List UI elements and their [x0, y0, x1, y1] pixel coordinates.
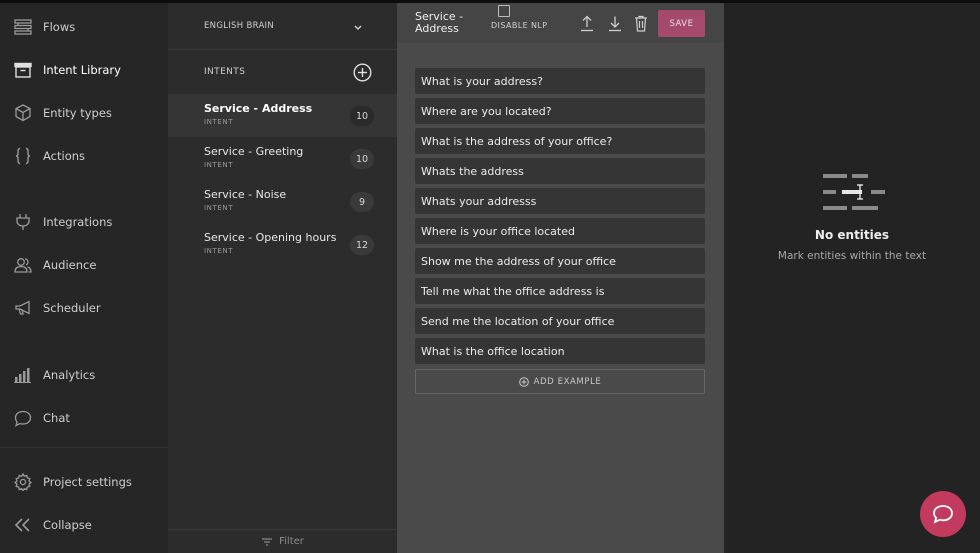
nav-item-intent-library[interactable]: Intent Library	[0, 53, 168, 87]
intent-name: Service - Address	[204, 102, 313, 115]
gear-icon	[13, 472, 33, 492]
entities-panel: No entities Mark entities within the tex…	[724, 3, 980, 553]
audience-icon	[13, 255, 33, 275]
text-selection-icon	[822, 171, 886, 215]
brain-name: ENGLISH BRAIN	[204, 21, 275, 31]
intent-type: INTENT	[204, 161, 234, 169]
intent-item-service-opening-hours[interactable]: Service - Opening hours INTENT 12	[168, 223, 397, 266]
example-item[interactable]: Where is your office located	[415, 218, 705, 244]
nav-label: Audience	[43, 258, 97, 272]
entity-types-icon	[13, 103, 33, 123]
example-item[interactable]: Tell me what the office address is	[415, 278, 705, 304]
nav-label: Scheduler	[43, 301, 101, 315]
intent-item-service-noise[interactable]: Service - Noise INTENT 9	[168, 180, 397, 223]
example-item[interactable]: What is your address?	[415, 68, 705, 94]
plus-circle-icon	[518, 376, 529, 387]
upload-button[interactable]	[579, 15, 595, 32]
download-button[interactable]	[607, 15, 623, 32]
intents-heading: INTENTS	[204, 67, 246, 77]
nav-item-integrations[interactable]: Integrations	[0, 205, 168, 239]
trash-icon	[635, 15, 647, 32]
intent-item-service-address[interactable]: Service - Address INTENT 10	[168, 94, 397, 137]
nav-item-chat[interactable]: Chat	[0, 401, 168, 435]
download-icon	[609, 16, 621, 32]
disable-nlp-checkbox[interactable]	[498, 5, 510, 17]
save-button[interactable]: SAVE	[658, 10, 705, 37]
add-example-label: ADD EXAMPLE	[533, 376, 602, 387]
filter-icon	[262, 537, 273, 546]
intent-library-icon	[13, 60, 33, 80]
intent-title: Service - Address	[415, 10, 464, 35]
editor-toolbar: Service - Address DISABLE NLP SAVE	[397, 3, 724, 43]
add-example-button[interactable]: ADD EXAMPLE	[415, 369, 705, 394]
example-item[interactable]: Whats the address	[415, 158, 705, 184]
intents-panel: ENGLISH BRAIN INTENTS Service - Address …	[168, 3, 397, 553]
intent-example-count: 9	[350, 192, 374, 212]
example-item[interactable]: What is the address of your office?	[415, 128, 705, 154]
delete-button[interactable]	[634, 15, 650, 32]
nav-label: Collapse	[43, 518, 92, 532]
intent-editor: Service - Address DISABLE NLP SAVE What …	[397, 3, 724, 553]
nav-label: Flows	[43, 20, 76, 34]
chat-launcher-button[interactable]	[920, 491, 966, 537]
empty-state-title: No entities	[814, 228, 890, 242]
nav-label: Integrations	[43, 215, 113, 229]
intent-type: INTENT	[204, 204, 234, 212]
nav-item-flows[interactable]: Flows	[0, 10, 168, 44]
nav-label: Entity types	[43, 106, 112, 120]
intent-name: Service - Greeting	[204, 145, 304, 158]
intent-example-count: 12	[350, 235, 374, 255]
intent-name: Service - Noise	[204, 188, 287, 201]
megaphone-icon	[13, 298, 33, 318]
nav-item-scheduler[interactable]: Scheduler	[0, 291, 168, 325]
nav-label: Chat	[43, 411, 70, 425]
disable-nlp-label: DISABLE NLP	[491, 21, 548, 30]
bar-chart-icon	[13, 365, 33, 385]
example-item[interactable]: Send me the location of your office	[415, 308, 705, 334]
brain-selector[interactable]: ENGLISH BRAIN	[168, 3, 397, 50]
nav-label: Analytics	[43, 368, 96, 382]
nav-label: Actions	[43, 149, 86, 163]
nav-divider	[0, 447, 168, 448]
example-item[interactable]: Where are you located?	[415, 98, 705, 124]
intent-name: Service - Opening hours	[204, 231, 337, 244]
flows-icon	[13, 17, 33, 37]
plug-icon	[13, 212, 33, 232]
double-chevron-left-icon	[13, 515, 33, 535]
sidebar-nav: Flows Intent Library Entity types Action…	[0, 3, 168, 553]
upload-icon	[581, 15, 593, 32]
add-intent-button[interactable]	[353, 63, 372, 82]
intent-type: INTENT	[204, 247, 234, 255]
filter-label: Filter	[279, 536, 304, 547]
plus-circle-icon	[353, 63, 372, 82]
nav-label: Project settings	[43, 475, 132, 489]
chat-bubble-icon	[933, 505, 953, 524]
intents-header: INTENTS	[168, 51, 397, 93]
nav-item-audience[interactable]: Audience	[0, 248, 168, 282]
intent-example-count: 10	[350, 149, 374, 169]
nav-item-entity-types[interactable]: Entity types	[0, 96, 168, 130]
nav-item-project-settings[interactable]: Project settings	[0, 465, 168, 499]
nav-item-analytics[interactable]: Analytics	[0, 358, 168, 392]
filter-button[interactable]: Filter	[168, 529, 397, 553]
actions-icon	[13, 146, 33, 166]
intent-item-service-greeting[interactable]: Service - Greeting INTENT 10	[168, 137, 397, 180]
intent-example-count: 10	[350, 106, 374, 126]
nav-item-collapse[interactable]: Collapse	[0, 508, 168, 542]
example-item[interactable]: Show me the address of your office	[415, 248, 705, 274]
intent-type: INTENT	[204, 118, 234, 126]
example-item[interactable]: What is the office location	[415, 338, 705, 364]
empty-state-subtitle: Mark entities within the text	[777, 250, 927, 262]
example-item[interactable]: Whats your addresss	[415, 188, 705, 214]
nav-label: Intent Library	[43, 63, 121, 77]
nav-item-actions[interactable]: Actions	[0, 139, 168, 173]
chevron-down-icon	[353, 18, 365, 32]
chat-bubble-icon	[13, 408, 33, 428]
